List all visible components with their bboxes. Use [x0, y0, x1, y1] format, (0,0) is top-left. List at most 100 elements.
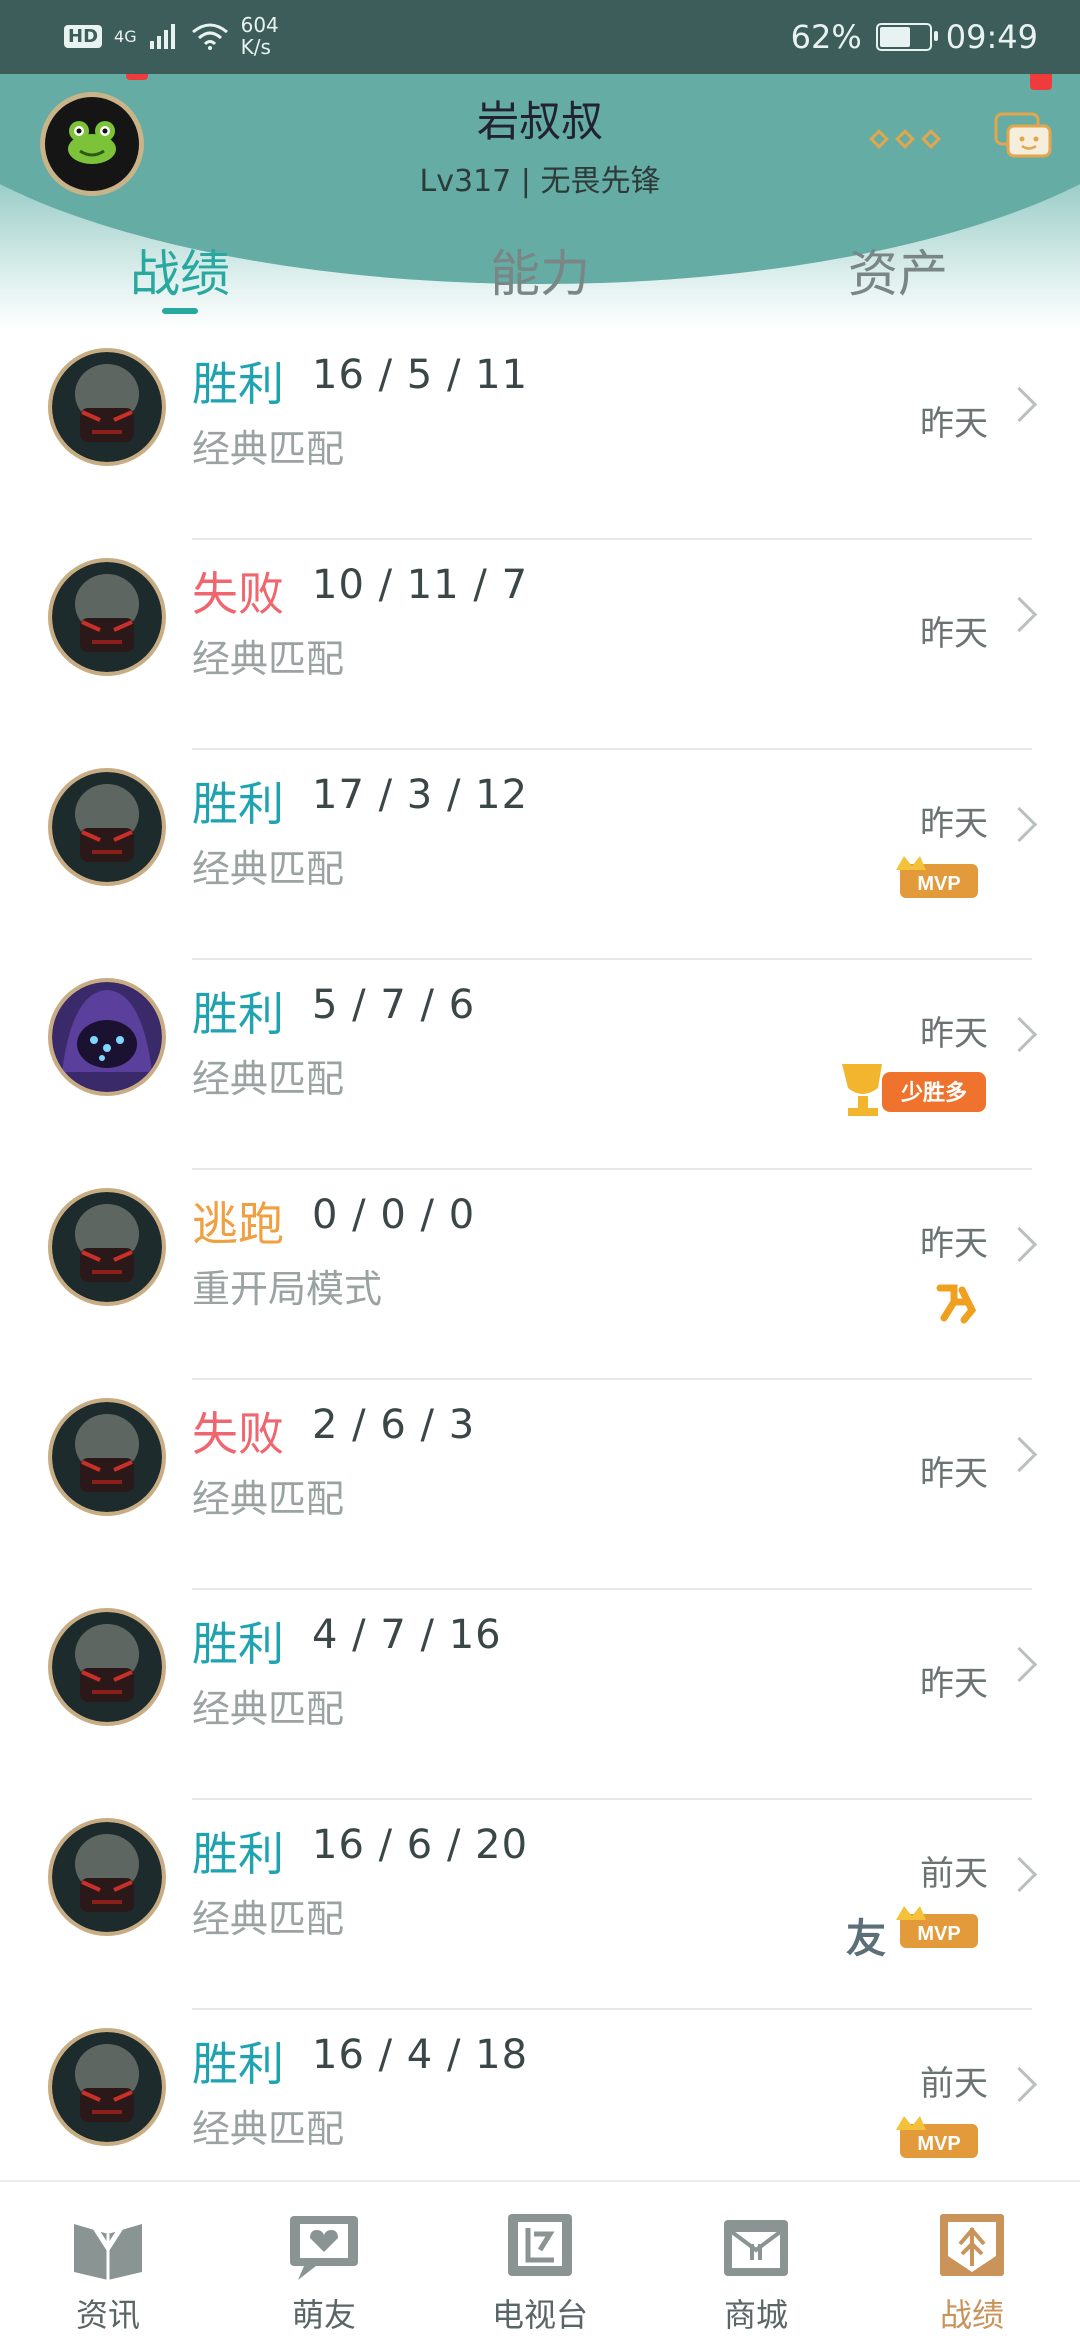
speed-unit: K/s [240, 35, 271, 59]
match-time: 昨天 [920, 1224, 988, 1264]
speed-value: 604 [240, 13, 279, 37]
match-mode: 经典匹配 [192, 1477, 345, 1521]
match-time: 昨天 [920, 1014, 988, 1054]
match-mode: 经典匹配 [192, 637, 345, 681]
battery-icon [875, 23, 938, 51]
match-result: 失败 [192, 1407, 284, 1461]
match-mode: 经典匹配 [192, 427, 345, 471]
match-kda: 16 / 5 / 11 [312, 352, 529, 398]
match-row[interactable]: 胜利 16 / 6 / 20 经典匹配 前天友 MVP [0, 1800, 1080, 2010]
signal-icon [149, 24, 175, 49]
nav-item-friends[interactable]: 萌友 [216, 2182, 432, 2342]
nav-label-records: 战绩 [939, 2296, 1004, 2334]
mvp-text: MVP [917, 2133, 960, 2155]
match-kda: 5 / 7 / 6 [312, 982, 476, 1028]
chevron-right-icon [1001, 1016, 1038, 1053]
match-row[interactable]: 逃跑 0 / 0 / 0 重开局模式 昨天 [0, 1170, 1080, 1380]
chevron-right-icon [1001, 2066, 1038, 2103]
match-time: 昨天 [920, 404, 988, 444]
network-speed: 604 K/s [241, 14, 279, 58]
network-type: 4G [114, 26, 137, 46]
match-result: 胜利 [192, 777, 284, 831]
bottom-navigation: 资讯 萌友 电视台 商城 战绩 [0, 2180, 1080, 2342]
tv-icon [508, 2214, 572, 2276]
match-row[interactable]: 失败 2 / 6 / 3 经典匹配 昨天 [0, 1380, 1080, 1590]
match-mode: 经典匹配 [192, 1057, 345, 1101]
flee-icon [934, 1280, 978, 1324]
nav-label-friends: 萌友 [291, 2296, 356, 2334]
chevron-right-icon [1001, 1436, 1038, 1473]
match-time: 前天 [920, 1854, 988, 1894]
match-row[interactable]: 胜利 17 / 3 / 12 经典匹配 昨天 MVP [0, 750, 1080, 960]
nav-item-tv[interactable]: 电视台 [432, 2182, 648, 2342]
hero-avatar [48, 1188, 166, 1306]
match-time: 昨天 [920, 1454, 988, 1494]
chevron-right-icon [1001, 1226, 1038, 1263]
match-kda: 4 / 7 / 16 [312, 1612, 502, 1658]
shop-bag-icon [724, 2220, 788, 2276]
chevron-right-icon [1001, 386, 1038, 423]
status-bar-right: 62% 09:49 [791, 18, 1038, 56]
profile-header: 岩叔叔 Lv317 | 无畏先锋 战绩 能力 资产 [0, 74, 1080, 330]
tab-ability[interactable]: 能力 [490, 234, 590, 306]
hero-avatar [48, 978, 166, 1096]
svg-text:少胜多: 少胜多 [900, 1080, 967, 1106]
match-result: 胜利 [192, 2037, 284, 2091]
status-bar-left: HD 4G 604 K/s [64, 14, 279, 58]
nav-item-records[interactable]: 战绩 [864, 2182, 1080, 2342]
match-row[interactable]: 胜利 4 / 7 / 16 经典匹配 昨天 [0, 1590, 1080, 1800]
chat-icon[interactable] [992, 104, 1054, 166]
mvp-text: MVP [917, 873, 960, 895]
match-row[interactable]: 胜利 16 / 5 / 11 经典匹配 昨天 [0, 330, 1080, 540]
avatar-notification-dot [126, 74, 148, 80]
more-options-icon[interactable] [869, 129, 941, 149]
match-mode: 经典匹配 [192, 1897, 345, 1941]
match-kda: 16 / 6 / 20 [312, 1822, 529, 1868]
battery-percent: 62% [790, 18, 862, 56]
match-time: 昨天 [920, 1664, 988, 1704]
nav-label-news: 资讯 [75, 2296, 140, 2334]
match-row[interactable]: 胜利 5 / 7 / 6 经典匹配 昨天少胜多 [0, 960, 1080, 1170]
nav-item-shop[interactable]: 商城 [648, 2182, 864, 2342]
mvp-badge-icon: MVP [894, 2114, 980, 2160]
nav-label-shop: 商城 [723, 2296, 788, 2334]
book-icon [74, 2218, 142, 2280]
mvp-text: MVP [917, 1923, 960, 1945]
user-level: Lv317 | 无畏先锋 [419, 164, 661, 199]
mvp-badge-icon: MVP [894, 854, 980, 900]
tab-records[interactable]: 战绩 [130, 234, 230, 306]
match-kda: 2 / 6 / 3 [312, 1402, 476, 1448]
few-beat-many-badge-icon: 少胜多 [838, 1058, 988, 1118]
match-kda: 0 / 0 / 0 [312, 1192, 476, 1238]
chevron-right-icon [1001, 1646, 1038, 1683]
tab-bar: 战绩 能力 资产 [0, 234, 1080, 314]
hero-avatar [48, 348, 166, 466]
match-mode: 经典匹配 [192, 2107, 345, 2151]
nav-label-tv: 电视台 [491, 2296, 588, 2334]
wifi-icon [191, 23, 228, 50]
hd-indicator: HD [64, 24, 103, 48]
match-result: 胜利 [192, 1617, 284, 1671]
match-kda: 17 / 3 / 12 [312, 772, 529, 818]
hero-avatar [48, 1818, 166, 1936]
tab-assets[interactable]: 资产 [848, 234, 948, 306]
chat-notification-dot [1030, 74, 1052, 90]
heart-chat-icon [290, 2216, 358, 2280]
hero-avatar [48, 1608, 166, 1726]
chevron-right-icon [1001, 596, 1038, 633]
tab-active-indicator [162, 308, 198, 314]
status-bar: HD 4G 604 K/s 62% 09:49 [0, 0, 1080, 74]
hero-avatar [48, 558, 166, 676]
hero-avatar [48, 768, 166, 886]
match-result: 胜利 [192, 987, 284, 1041]
match-result: 胜利 [192, 357, 284, 411]
match-row[interactable]: 失败 10 / 11 / 7 经典匹配 昨天 [0, 540, 1080, 750]
match-list: 胜利 16 / 5 / 11 经典匹配 昨天 失败 10 / 11 / 7 经典匹配 昨天 胜利… [0, 330, 1080, 2220]
match-kda: 10 / 11 / 7 [312, 562, 529, 608]
mvp-badge-icon: MVP [894, 1904, 980, 1950]
friend-badge: 友 [846, 1916, 886, 1962]
nav-item-news[interactable]: 资讯 [0, 2182, 216, 2342]
match-mode: 经典匹配 [192, 847, 345, 891]
match-time: 昨天 [920, 614, 988, 654]
hero-avatar [48, 1398, 166, 1516]
